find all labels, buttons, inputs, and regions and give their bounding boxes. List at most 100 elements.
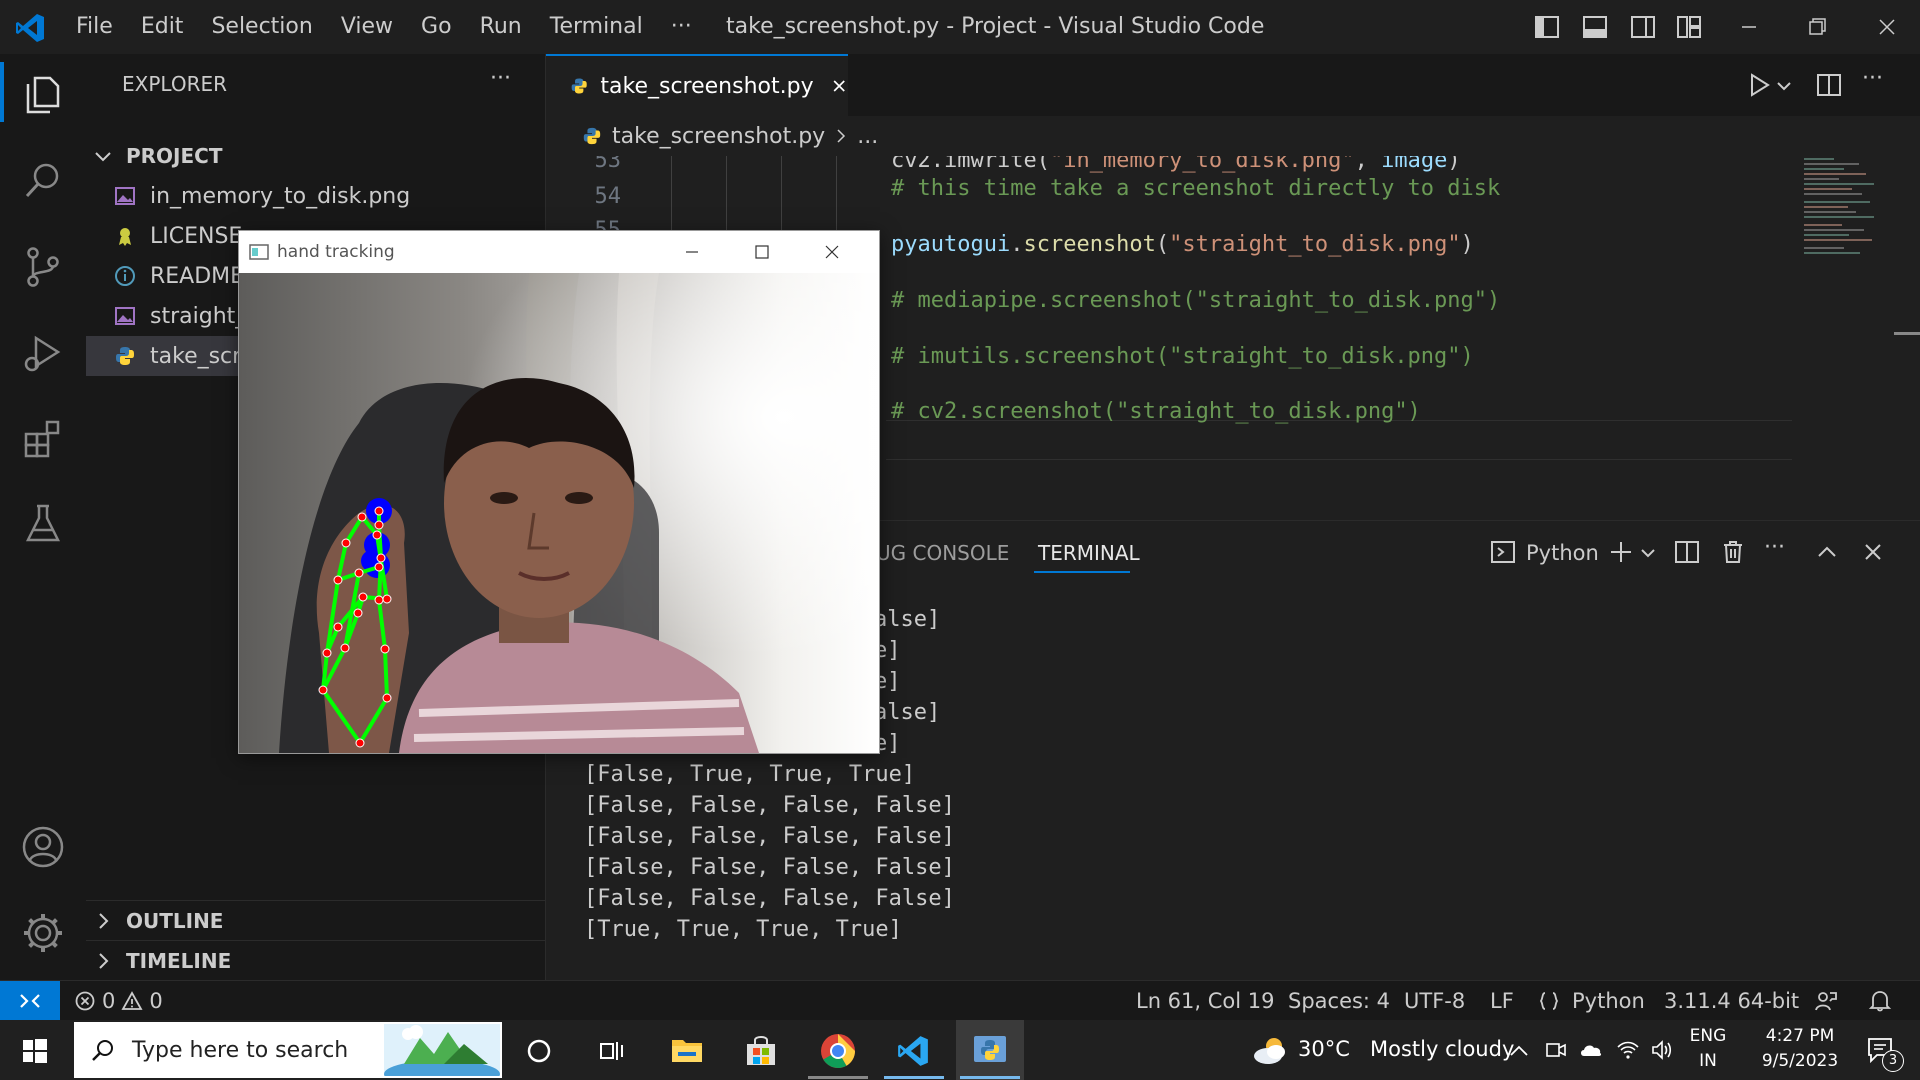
new-terminal-icon[interactable]	[1608, 539, 1634, 565]
maximize-icon[interactable]	[753, 243, 771, 261]
minimize-icon[interactable]	[683, 243, 701, 261]
chevron-right-icon	[837, 129, 846, 143]
toggle-secondary-sidebar-icon[interactable]	[1630, 14, 1656, 40]
maximize-panel-icon[interactable]	[1814, 539, 1840, 565]
hand-window-titlebar[interactable]: hand tracking	[239, 231, 879, 273]
scrollbar-thumb[interactable]	[1894, 332, 1920, 335]
editor-more-button[interactable]: ···	[1862, 66, 1883, 91]
outline-section[interactable]: OUTLINE	[86, 900, 546, 940]
toggle-panel-icon[interactable]	[1582, 14, 1608, 40]
explorer-icon[interactable]	[20, 70, 66, 116]
clock[interactable]: 4:27 PM 9/5/2023	[1740, 1024, 1860, 1076]
file-explorer-icon[interactable]	[670, 1034, 704, 1066]
cursor-position[interactable]: Ln 61, Col 19	[1136, 981, 1275, 1021]
breadcrumb-file[interactable]: take_screenshot.py	[612, 124, 825, 149]
python-taskbar-item[interactable]	[956, 1020, 1024, 1080]
code-token: screenshot	[1023, 232, 1156, 257]
webcam-image	[239, 273, 879, 753]
volume-icon[interactable]	[1650, 1038, 1674, 1062]
project-folder-header[interactable]: PROJECT	[86, 136, 546, 176]
menu-edit[interactable]: Edit	[127, 0, 198, 54]
windows-start-icon[interactable]	[22, 1038, 48, 1064]
extensions-icon[interactable]	[20, 416, 66, 462]
restore-icon[interactable]	[1804, 14, 1830, 40]
menu-terminal[interactable]: Terminal	[536, 0, 657, 54]
vscode-taskbar-icon[interactable]	[896, 1034, 930, 1068]
wifi-icon[interactable]	[1616, 1038, 1640, 1062]
bell-icon[interactable]	[1868, 990, 1892, 1012]
menu-view[interactable]: View	[327, 0, 407, 54]
chrome-icon[interactable]	[820, 1033, 856, 1069]
weather-temperature[interactable]: 30°C	[1298, 1037, 1350, 1061]
tab-terminal[interactable]: TERMINAL	[1038, 541, 1140, 565]
split-editor-icon[interactable]	[1816, 72, 1842, 98]
run-file-icon[interactable]	[1746, 72, 1772, 98]
source-control-icon[interactable]	[20, 244, 66, 290]
onedrive-icon[interactable]	[1578, 1038, 1604, 1062]
file-name: in_memory_to_disk.png	[150, 183, 411, 209]
testing-icon[interactable]	[20, 500, 66, 546]
accounts-icon[interactable]	[20, 824, 66, 870]
line-number: 54	[594, 184, 622, 209]
timeline-section[interactable]: TIMELINE	[86, 940, 546, 980]
taskbar-search-box[interactable]: Type here to search	[74, 1022, 502, 1078]
menu-more[interactable]: ···	[657, 0, 706, 54]
line-ending[interactable]: LF	[1490, 981, 1514, 1021]
hand-tracking-window[interactable]: hand tracking	[238, 230, 880, 754]
python-app-icon	[974, 1036, 1006, 1062]
tab-take-screenshot[interactable]: take_screenshot.py	[546, 54, 848, 116]
chevron-down-icon[interactable]	[1776, 78, 1792, 94]
task-view-icon[interactable]	[596, 1036, 626, 1066]
microsoft-store-icon[interactable]	[744, 1034, 778, 1068]
minimize-icon[interactable]	[1736, 14, 1762, 40]
minimap[interactable]	[1804, 156, 1894, 386]
language-braces-icon	[1539, 992, 1559, 1010]
input-language[interactable]: ENG IN	[1688, 1024, 1728, 1076]
menu-run[interactable]: Run	[466, 0, 536, 54]
trash-icon[interactable]	[1720, 539, 1746, 565]
feedback-icon[interactable]	[1814, 990, 1838, 1012]
chevron-right-icon	[99, 952, 109, 969]
terminal-line: [False, False, False, False]	[584, 855, 955, 880]
weather-description[interactable]: Mostly cloudy	[1370, 1037, 1514, 1061]
terminal-shell-label[interactable]: Python	[1526, 541, 1599, 565]
close-icon[interactable]	[1874, 14, 1900, 40]
menu-file[interactable]: File	[62, 0, 127, 54]
tab-label: take_screenshot.py	[600, 73, 814, 99]
chevron-up-icon[interactable]	[1508, 1040, 1530, 1062]
code-token: ,	[1354, 156, 1382, 173]
run-debug-icon[interactable]	[20, 330, 66, 376]
search-icon[interactable]	[20, 158, 66, 204]
settings-gear-icon[interactable]	[20, 910, 66, 956]
menu-go[interactable]: Go	[407, 0, 466, 54]
tab-debug-console[interactable]: UG CONSOLE	[876, 541, 1009, 565]
indentation[interactable]: Spaces: 4	[1288, 981, 1390, 1021]
customize-layout-icon[interactable]	[1676, 14, 1702, 40]
problems-indicator[interactable]: 0 0	[74, 981, 163, 1021]
meet-now-icon[interactable]	[1544, 1038, 1568, 1062]
warning-icon	[121, 991, 143, 1010]
menu-selection[interactable]: Selection	[197, 0, 326, 54]
code-token: # mediapipe.screenshot("straight_to_disk…	[891, 288, 1501, 313]
breadcrumb-more[interactable]: ...	[857, 124, 878, 149]
code-token: # imutils.screenshot("straight_to_disk.p…	[891, 344, 1474, 369]
remote-indicator[interactable]	[0, 981, 60, 1021]
windows-taskbar: Type here to search 30°C Mostly cloudy E…	[0, 1020, 1920, 1080]
code-line: # imutils.screenshot("straight_to_disk.p…	[891, 344, 1474, 369]
current-line-highlight	[886, 420, 1792, 460]
split-terminal-icon[interactable]	[1674, 539, 1700, 565]
encoding[interactable]: UTF-8	[1404, 981, 1465, 1021]
close-panel-icon[interactable]	[1860, 539, 1886, 565]
close-tab-icon[interactable]	[830, 75, 848, 97]
chevron-down-icon[interactable]	[1640, 545, 1656, 561]
toggle-sidebar-icon[interactable]	[1534, 14, 1560, 40]
python-interpreter[interactable]: 3.11.4 64-bit	[1664, 981, 1799, 1021]
cortana-icon[interactable]	[524, 1036, 554, 1066]
explorer-more-button[interactable]: ···	[490, 66, 511, 91]
language-mode[interactable]: Python	[1572, 981, 1645, 1021]
close-icon[interactable]	[823, 243, 841, 261]
code-token: image	[1381, 156, 1448, 173]
language-code: ENG	[1689, 1026, 1727, 1046]
file-item-in-memory[interactable]: in_memory_to_disk.png	[86, 176, 546, 216]
panel-more-button[interactable]: ···	[1764, 535, 1785, 560]
